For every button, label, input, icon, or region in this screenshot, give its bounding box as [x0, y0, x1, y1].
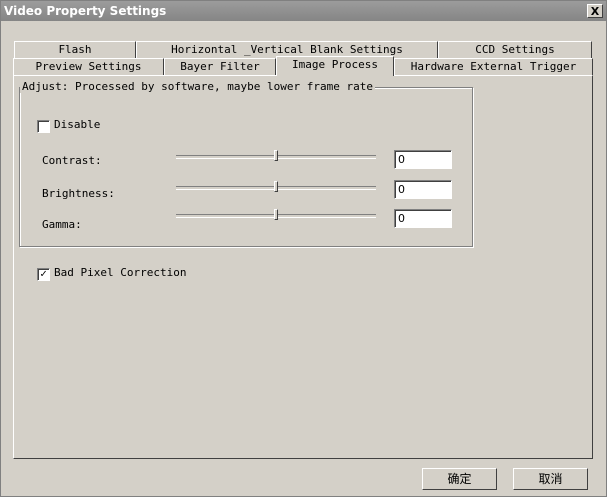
slider-thumb[interactable] [274, 150, 278, 161]
window-title: Video Property Settings [4, 4, 167, 18]
tab-label: Hardware External Trigger [410, 60, 577, 73]
brightness-label: Brightness: [42, 187, 115, 200]
gamma-input[interactable]: 0 [394, 209, 452, 228]
close-icon: X [590, 5, 600, 18]
slider-thumb[interactable] [274, 181, 278, 192]
bad-pixel-correction-label: Bad Pixel Correction [54, 266, 187, 279]
tab-label: Image Process [291, 58, 379, 71]
close-button[interactable]: X [587, 4, 603, 18]
tab-label: Flash [58, 43, 92, 56]
tab-preview-settings[interactable]: Preview Settings [13, 58, 164, 75]
gamma-label: Gamma: [42, 218, 82, 231]
contrast-input[interactable]: 0 [394, 150, 452, 169]
tab-hardware-external-trigger[interactable]: Hardware External Trigger [394, 58, 593, 75]
tab-flash[interactable]: Flash [14, 41, 136, 58]
brightness-input[interactable]: 0 [394, 180, 452, 199]
slider-thumb[interactable] [274, 209, 278, 220]
ok-button[interactable]: 确定 [422, 468, 497, 490]
title-bar[interactable]: Video Property Settings X [1, 1, 606, 21]
disable-checkbox[interactable] [37, 120, 50, 133]
tab-bayer-filter[interactable]: Bayer Filter [164, 58, 276, 75]
tab-ccd-settings[interactable]: CCD Settings [438, 41, 592, 58]
gamma-slider[interactable] [176, 209, 376, 223]
brightness-slider[interactable] [176, 181, 376, 195]
cancel-button[interactable]: 取消 [513, 468, 588, 490]
contrast-slider[interactable] [176, 150, 376, 164]
adjust-group-legend: Adjust: Processed by software, maybe low… [20, 80, 375, 93]
tab-label: Preview Settings [35, 60, 142, 73]
disable-label: Disable [54, 118, 101, 131]
tab-label: CCD Settings [475, 43, 555, 56]
tab-label: Horizontal _Vertical Blank Settings [171, 43, 403, 56]
bad-pixel-correction-checkbox[interactable]: ✓ [37, 268, 50, 281]
tab-label: Bayer Filter [180, 60, 260, 73]
contrast-label: Contrast: [42, 154, 102, 167]
tab-image-process[interactable]: Image Process [276, 56, 394, 76]
check-icon: ✓ [40, 267, 47, 280]
